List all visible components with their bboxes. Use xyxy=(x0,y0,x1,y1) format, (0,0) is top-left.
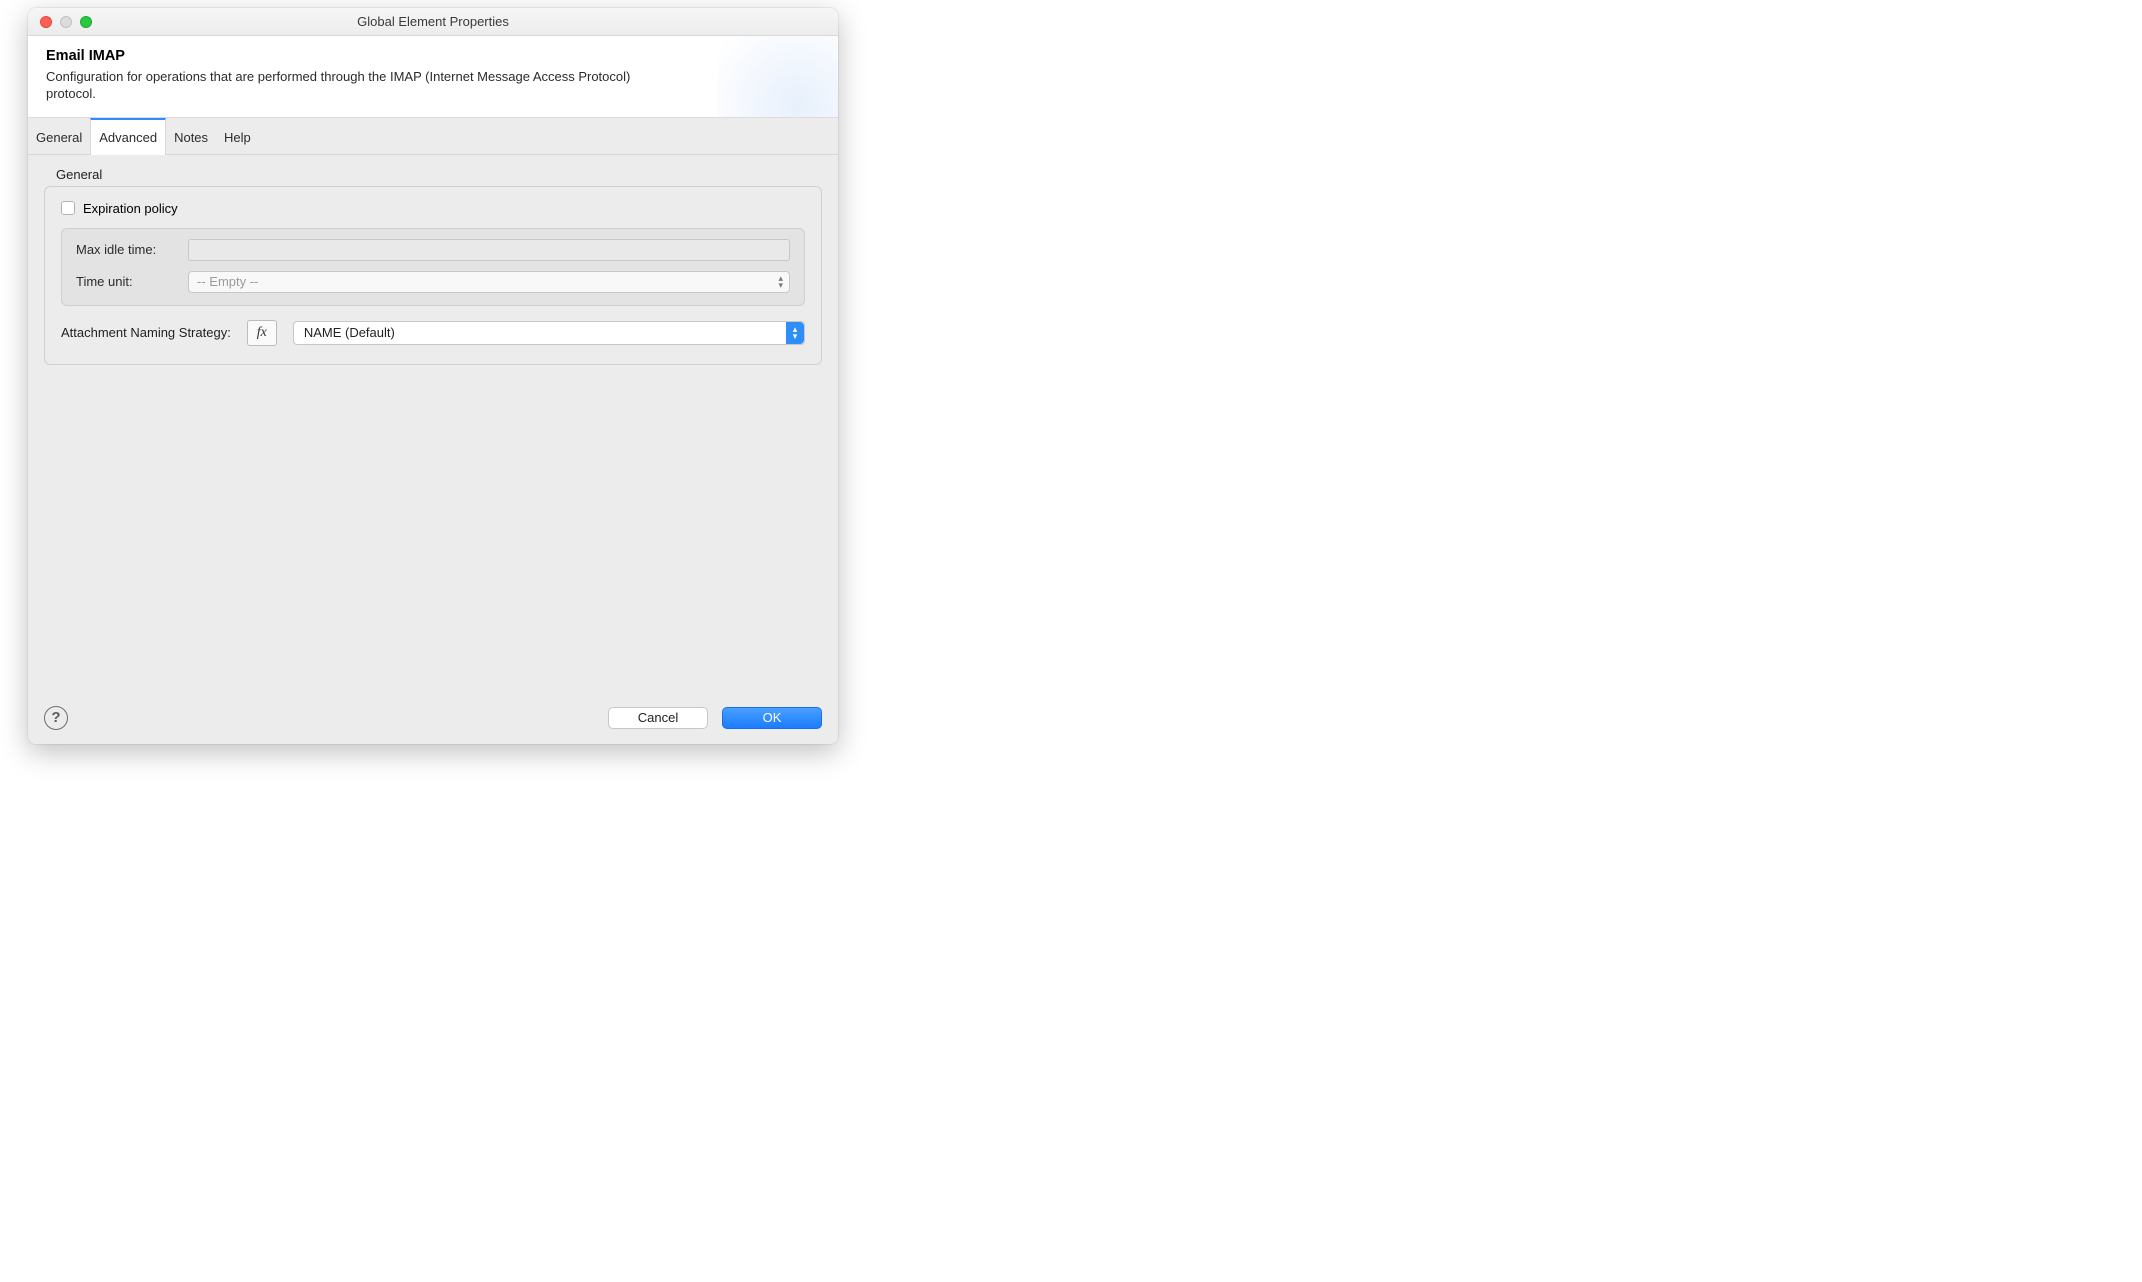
attachment-strategy-value: NAME (Default) xyxy=(304,325,395,340)
dialog-window: Global Element Properties Email IMAP Con… xyxy=(28,8,838,744)
max-idle-input[interactable] xyxy=(188,239,790,261)
time-unit-value: -- Empty -- xyxy=(197,274,258,289)
tab-help[interactable]: Help xyxy=(216,118,259,154)
time-unit-row: Time unit: -- Empty -- ▴▾ xyxy=(76,271,790,293)
general-panel: Expiration policy Max idle time: Time un… xyxy=(44,186,822,365)
help-glyph: ? xyxy=(51,709,60,726)
window-controls xyxy=(28,16,92,28)
window-title: Global Element Properties xyxy=(28,14,838,29)
cancel-button-label: Cancel xyxy=(638,710,678,725)
expiration-policy-label: Expiration policy xyxy=(83,201,178,216)
expiration-inset: Max idle time: Time unit: -- Empty -- ▴▾ xyxy=(61,228,805,306)
header: Email IMAP Configuration for operations … xyxy=(28,36,838,118)
chevron-updown-icon: ▴▾ xyxy=(786,322,804,344)
ok-button-label: OK xyxy=(763,710,782,725)
page-description: Configuration for operations that are pe… xyxy=(46,69,676,103)
help-icon[interactable]: ? xyxy=(44,706,68,730)
tab-strip: General Advanced Notes Help xyxy=(28,118,838,155)
fx-icon: fx xyxy=(257,325,267,341)
attachment-strategy-row: Attachment Naming Strategy: fx NAME (Def… xyxy=(61,320,805,346)
time-unit-label: Time unit: xyxy=(76,274,188,289)
section-label: General xyxy=(56,167,822,182)
chevron-updown-icon: ▴▾ xyxy=(778,275,783,289)
titlebar: Global Element Properties xyxy=(28,8,838,36)
expiration-policy-row: Expiration policy xyxy=(61,201,805,216)
tab-notes[interactable]: Notes xyxy=(166,118,216,154)
max-idle-label: Max idle time: xyxy=(76,242,188,257)
page-title: Email IMAP xyxy=(46,48,820,64)
tab-general[interactable]: General xyxy=(28,118,90,154)
attachment-strategy-label: Attachment Naming Strategy: xyxy=(61,325,231,340)
footer: ? Cancel OK xyxy=(28,695,838,744)
zoom-icon[interactable] xyxy=(80,16,92,28)
tab-advanced[interactable]: Advanced xyxy=(90,118,166,155)
minimize-icon xyxy=(60,16,72,28)
attachment-strategy-select[interactable]: NAME (Default) ▴▾ xyxy=(293,321,805,345)
time-unit-select[interactable]: -- Empty -- ▴▾ xyxy=(188,271,790,293)
fx-button[interactable]: fx xyxy=(247,320,277,346)
tab-content: General Expiration policy Max idle time:… xyxy=(28,155,838,695)
close-icon[interactable] xyxy=(40,16,52,28)
expiration-policy-checkbox[interactable] xyxy=(61,201,75,215)
max-idle-row: Max idle time: xyxy=(76,239,790,261)
ok-button[interactable]: OK xyxy=(722,707,822,729)
cancel-button[interactable]: Cancel xyxy=(608,707,708,729)
